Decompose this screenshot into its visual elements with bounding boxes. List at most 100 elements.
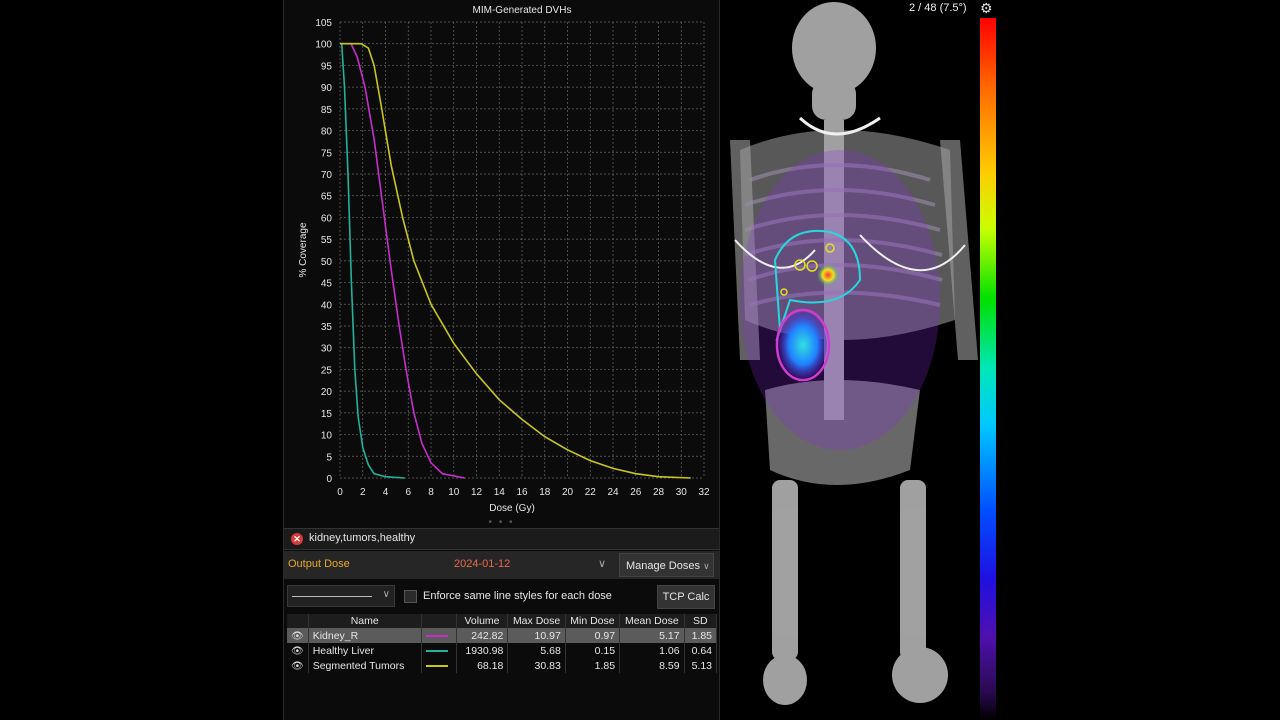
y-tick-label: 100 bbox=[315, 40, 332, 51]
y-tick-label: 0 bbox=[326, 474, 332, 485]
dose-selector[interactable]: Output Dose 2024-01-12 ∨ Manage Doses ∨ bbox=[284, 551, 719, 579]
chart-title: MIM-Generated DVHs bbox=[473, 5, 572, 16]
color-header bbox=[421, 614, 457, 628]
line-style-select[interactable]: ∨ bbox=[287, 585, 395, 607]
min-dose-cell: 0.15 bbox=[565, 643, 621, 658]
y-tick-label: 95 bbox=[321, 61, 333, 72]
y-tick-label: 70 bbox=[321, 170, 333, 181]
filter-text[interactable]: kidney,tumors,healthy bbox=[309, 532, 415, 544]
skeleton-mip-image bbox=[730, 2, 978, 705]
x-tick-label: 14 bbox=[494, 487, 506, 498]
gear-icon[interactable]: ⚙ bbox=[980, 0, 993, 17]
y-tick-label: 35 bbox=[321, 322, 333, 333]
dvh-panel: MIM-Generated DVHs 0 2 4 6 8 10 12 14 16 18 20 22 24 2… bbox=[283, 0, 720, 720]
volume-cell: 1930.98 bbox=[456, 643, 509, 658]
eye-icon[interactable]: 👁 bbox=[291, 661, 304, 672]
y-tick-label: 40 bbox=[321, 300, 333, 311]
x-tick-label: 28 bbox=[653, 487, 665, 498]
x-tick-label: 12 bbox=[471, 487, 483, 498]
y-tick-label: 75 bbox=[321, 148, 333, 159]
slice-indicator: 2 / 48 (7.5°) bbox=[909, 2, 967, 14]
min-dose-header[interactable]: Min Dose bbox=[565, 614, 621, 628]
y-tick-label: 20 bbox=[321, 387, 333, 398]
y-tick-label: 55 bbox=[321, 235, 333, 246]
mean-dose-cell: 8.59 bbox=[619, 658, 685, 673]
y-tick-label: 65 bbox=[321, 192, 333, 203]
min-dose-cell: 0.97 bbox=[565, 628, 621, 643]
chevron-down-icon[interactable]: ∨ bbox=[598, 557, 606, 570]
y-tick-label: 90 bbox=[321, 83, 333, 94]
x-tick-label: 6 bbox=[405, 487, 411, 498]
y-tick-label: 25 bbox=[321, 365, 333, 376]
x-tick-label: 26 bbox=[630, 487, 642, 498]
max-dose-header[interactable]: Max Dose bbox=[507, 614, 566, 628]
x-tick-label: 10 bbox=[448, 487, 460, 498]
chevron-down-icon: ∨ bbox=[382, 589, 390, 600]
eye-icon[interactable]: 👁 bbox=[291, 646, 304, 657]
y-tick-label: 10 bbox=[321, 431, 333, 442]
options-row: ∨ Enforce same line styles for each dose… bbox=[284, 583, 719, 611]
clear-filter-icon[interactable]: ✕ bbox=[291, 533, 303, 545]
chevron-down-icon: ∨ bbox=[703, 561, 710, 571]
pet-mip-viewer[interactable] bbox=[720, 0, 1000, 720]
y-axis-label: % Coverage bbox=[298, 222, 309, 277]
sd-cell: 0.64 bbox=[684, 643, 718, 658]
tcp-calc-button[interactable]: TCP Calc bbox=[657, 585, 715, 609]
structure-name: Healthy Liver bbox=[308, 643, 422, 658]
structure-table: Name Volume Max Dose Min Dose Mean Dose … bbox=[287, 614, 718, 673]
sd-cell: 1.85 bbox=[684, 628, 718, 643]
sd-header[interactable]: SD bbox=[684, 614, 718, 628]
y-tick-label: 85 bbox=[321, 105, 333, 116]
structure-name: Segmented Tumors bbox=[308, 658, 422, 673]
y-tick-label: 45 bbox=[321, 279, 333, 290]
max-dose-cell: 5.68 bbox=[507, 643, 566, 658]
x-tick-label: 0 bbox=[337, 487, 343, 498]
enforce-line-styles-label: Enforce same line styles for each dose bbox=[423, 590, 612, 602]
visibility-header bbox=[287, 614, 309, 628]
min-dose-cell: 1.85 bbox=[565, 658, 621, 673]
dvh-chart: MIM-Generated DVHs0 2 4 6 8 10 12 14 16 18 20 22 24 2… bbox=[298, 5, 710, 514]
series-line-kidney-r bbox=[340, 42, 465, 479]
table-row[interactable]: 👁 Kidney_R 242.82 10.97 0.97 5.17 1.85 bbox=[287, 628, 718, 643]
y-tick-label: 105 bbox=[315, 18, 332, 29]
y-tick-label: 15 bbox=[321, 409, 333, 420]
y-tick-label: 30 bbox=[321, 344, 333, 355]
structure-name: Kidney_R bbox=[308, 628, 422, 643]
x-tick-label: 2 bbox=[360, 487, 366, 498]
mean-dose-cell: 1.06 bbox=[619, 643, 685, 658]
manage-doses-button[interactable]: Manage Doses ∨ bbox=[619, 553, 714, 577]
line-color-swatch[interactable] bbox=[425, 649, 448, 652]
volume-header[interactable]: Volume bbox=[456, 614, 509, 628]
dose-name: Output Dose bbox=[288, 558, 350, 570]
x-axis-label: Dose (Gy) bbox=[489, 503, 535, 514]
line-color-swatch[interactable] bbox=[425, 634, 448, 637]
x-tick-label: 22 bbox=[585, 487, 597, 498]
mean-dose-cell: 5.17 bbox=[619, 628, 685, 643]
app-window: MIM-Generated DVHs 0 2 4 6 8 10 12 14 16 18 20 22 24 2… bbox=[0, 0, 1280, 720]
line-color-swatch[interactable] bbox=[425, 664, 448, 667]
color-scale-bar bbox=[980, 18, 996, 720]
manage-doses-label: Manage Doses bbox=[626, 560, 700, 572]
y-tick-label: 60 bbox=[321, 213, 333, 224]
table-row[interactable]: 👁 Healthy Liver 1930.98 5.68 0.15 1.06 0… bbox=[287, 643, 718, 658]
x-tick-label: 4 bbox=[383, 487, 389, 498]
table-row[interactable]: 👁 Segmented Tumors 68.18 30.83 1.85 8.59… bbox=[287, 658, 718, 673]
volume-cell: 68.18 bbox=[456, 658, 509, 673]
panel-splitter[interactable]: • • • bbox=[284, 518, 719, 528]
y-tick-label: 80 bbox=[321, 127, 333, 138]
enforce-line-styles-checkbox[interactable] bbox=[404, 590, 417, 603]
x-tick-label: 24 bbox=[607, 487, 619, 498]
x-tick-label: 8 bbox=[428, 487, 434, 498]
x-tick-label: 20 bbox=[562, 487, 574, 498]
structure-filter[interactable]: ✕ kidney,tumors,healthy bbox=[284, 528, 719, 550]
dose-date: 2024-01-12 bbox=[454, 558, 511, 570]
x-tick-label: 32 bbox=[698, 487, 710, 498]
y-tick-label: 50 bbox=[321, 257, 333, 268]
line-style-preview bbox=[292, 596, 372, 597]
x-tick-label: 18 bbox=[539, 487, 551, 498]
eye-icon[interactable]: 👁 bbox=[291, 631, 304, 642]
table-header: Name Volume Max Dose Min Dose Mean Dose … bbox=[287, 614, 718, 628]
mean-dose-header[interactable]: Mean Dose bbox=[619, 614, 685, 628]
name-header[interactable]: Name bbox=[308, 614, 422, 628]
y-tick-label: 5 bbox=[326, 452, 332, 463]
